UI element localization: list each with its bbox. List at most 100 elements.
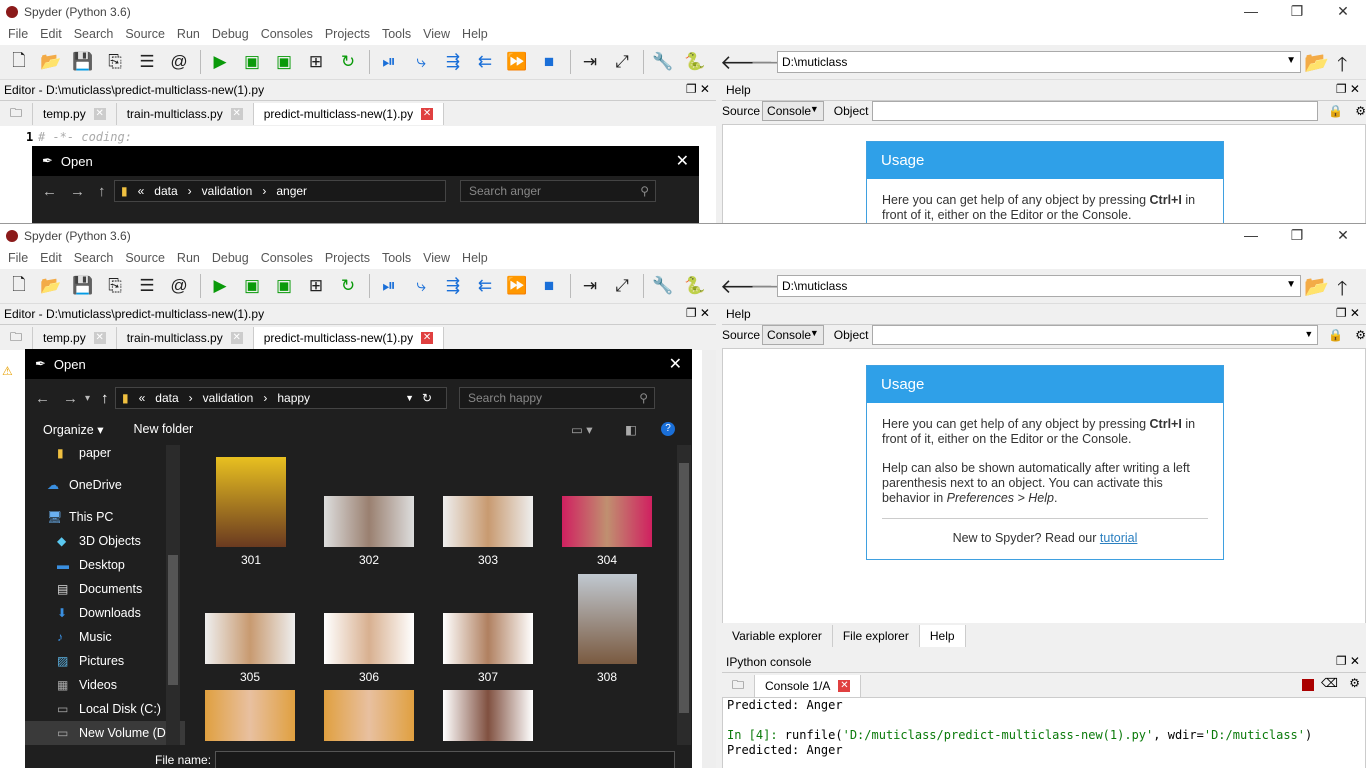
menu-help[interactable]: Help: [456, 27, 494, 41]
menu-edit[interactable]: Edit: [34, 251, 68, 265]
menu-debug[interactable]: Debug: [206, 251, 255, 265]
outline-icon[interactable]: ☰: [134, 273, 160, 299]
close-tab-icon[interactable]: ✕: [421, 332, 434, 344]
preferences-icon[interactable]: 🔧: [650, 49, 676, 75]
back-arrow-icon[interactable]: ←: [35, 390, 63, 407]
source-select[interactable]: Console ▼: [762, 101, 824, 121]
refresh-icon[interactable]: ↻: [422, 391, 432, 405]
file-item[interactable]: 304: [562, 496, 652, 567]
crumb-data[interactable]: data: [155, 391, 178, 405]
run-icon[interactable]: ▶: [207, 273, 233, 299]
close-icon[interactable]: ✕: [1320, 227, 1366, 244]
chevron-down-icon[interactable]: ▼: [810, 328, 819, 338]
parent-dir-icon[interactable]: 🡑: [1337, 50, 1347, 84]
close-tab-icon[interactable]: ✕: [93, 108, 106, 120]
file-item[interactable]: 303: [443, 496, 533, 567]
menu-debug[interactable]: Debug: [206, 27, 255, 41]
menu-tools[interactable]: Tools: [376, 27, 417, 41]
run-selection-icon[interactable]: ⊞: [303, 273, 329, 299]
run-icon[interactable]: ▶: [207, 49, 233, 75]
up-arrow-icon[interactable]: ↑: [98, 183, 114, 200]
run-cell-icon[interactable]: ▣: [239, 49, 265, 75]
breadcrumb[interactable]: ▮ « data › validation › anger: [114, 180, 446, 202]
debug-icon[interactable]: ⏯: [376, 273, 402, 299]
close-icon[interactable]: ✕: [1320, 3, 1366, 20]
file-item[interactable]: [205, 690, 295, 741]
preferences-icon[interactable]: 🔧: [650, 273, 676, 299]
nav-item[interactable]: ▭ Local Disk (C:): [25, 697, 185, 721]
browse-tabs-icon[interactable]: 🗀: [0, 103, 34, 125]
outline-icon[interactable]: ☰: [134, 49, 160, 75]
nav-item[interactable]: ▭ New Volume (D:: [25, 721, 185, 745]
forward-arrow-icon[interactable]: →: [63, 390, 85, 407]
chevron-down-icon[interactable]: ▼: [1286, 55, 1296, 66]
tab-predict[interactable]: predict-multiclass-new(1).py ✕: [253, 103, 445, 125]
debug-icon[interactable]: ⏯: [376, 49, 402, 75]
python-path-icon[interactable]: 🐍: [682, 273, 708, 299]
source-select[interactable]: Console ▼: [762, 325, 824, 345]
continue-icon[interactable]: ⏩: [504, 273, 530, 299]
menu-help[interactable]: Help: [456, 251, 494, 265]
minimize-icon[interactable]: —: [1228, 227, 1274, 244]
save-icon[interactable]: 💾: [70, 273, 96, 299]
browse-folder-icon[interactable]: 📂: [1304, 274, 1329, 299]
at-icon[interactable]: @: [166, 49, 192, 75]
nav-item[interactable]: ▤ Documents: [25, 577, 185, 601]
search-input[interactable]: Search anger ⚲: [460, 180, 656, 202]
close-icon[interactable]: ✕: [676, 151, 689, 171]
pane-controls-icon[interactable]: ❐ ✕: [686, 82, 710, 96]
editor-scrollbar[interactable]: [702, 350, 716, 768]
close-tab-icon[interactable]: ✕: [230, 332, 243, 344]
file-item[interactable]: [443, 690, 533, 741]
tab-console[interactable]: Console 1/A ✕: [755, 675, 862, 697]
chevron-down-icon[interactable]: ▼: [1304, 329, 1313, 339]
stop-debug-icon[interactable]: ■: [536, 273, 562, 299]
at-icon[interactable]: @: [166, 273, 192, 299]
step-icon[interactable]: ⤷: [408, 49, 434, 75]
menu-file[interactable]: File: [2, 251, 34, 265]
save-all-icon[interactable]: ⎘: [102, 49, 128, 75]
open-file-icon[interactable]: 📂: [38, 49, 64, 75]
pane-controls-icon[interactable]: ❐ ✕: [686, 306, 710, 320]
menu-source[interactable]: Source: [119, 27, 171, 41]
fullscreen-icon[interactable]: ⤢: [609, 49, 635, 75]
close-tab-icon[interactable]: ✕: [93, 332, 106, 344]
minimize-icon[interactable]: —: [1228, 3, 1274, 20]
help-icon[interactable]: ?: [661, 422, 675, 436]
chevron-down-icon[interactable]: ▼: [405, 393, 414, 403]
lock-icon[interactable]: 🔒: [1328, 104, 1343, 118]
tab-variable-explorer[interactable]: Variable explorer: [722, 625, 833, 647]
file-item[interactable]: 305: [205, 613, 295, 684]
organize-button[interactable]: Organize ▾: [43, 422, 103, 437]
tab-temp[interactable]: temp.py ✕: [33, 327, 117, 349]
close-tab-icon[interactable]: ✕: [421, 108, 434, 120]
nav-item[interactable]: 🖥 This PC: [25, 505, 185, 529]
nav-item[interactable]: ▮ paper: [25, 441, 185, 465]
filename-input[interactable]: [215, 751, 675, 768]
new-folder-button[interactable]: New folder: [133, 422, 193, 436]
fullscreen-icon[interactable]: ⤢: [609, 273, 635, 299]
step-into-icon[interactable]: ⇶: [440, 49, 466, 75]
pane-controls-icon[interactable]: ❐ ✕: [1336, 654, 1360, 668]
recent-chevron-icon[interactable]: ▾: [85, 393, 101, 404]
file-item[interactable]: 307: [443, 613, 533, 684]
eraser-icon[interactable]: ⌫: [1321, 676, 1338, 690]
tab-train[interactable]: train-multiclass.py ✕: [117, 103, 254, 125]
run-selection-icon[interactable]: ⊞: [303, 49, 329, 75]
menu-view[interactable]: View: [417, 27, 456, 41]
preview-pane-icon[interactable]: ◧: [625, 422, 637, 437]
nav-item[interactable]: ♪ Music: [25, 625, 185, 649]
restore-icon[interactable]: ❐: [1274, 227, 1320, 244]
crumb-validation[interactable]: validation: [203, 391, 254, 405]
menu-file[interactable]: File: [2, 27, 34, 41]
menu-view[interactable]: View: [417, 251, 456, 265]
breadcrumb[interactable]: ▮ « data › validation › happy ▼ ↻: [115, 387, 447, 409]
save-all-icon[interactable]: ⎘: [102, 273, 128, 299]
nav-item[interactable]: ▨ Pictures: [25, 649, 185, 673]
new-file-icon[interactable]: 🗋: [6, 49, 32, 75]
crumb-current[interactable]: happy: [277, 391, 310, 405]
maximize-pane-icon[interactable]: ⇥: [577, 49, 603, 75]
run-cell-advance-icon[interactable]: ▣: [271, 49, 297, 75]
close-tab-icon[interactable]: ✕: [230, 108, 243, 120]
breadcrumb-overflow[interactable]: «: [138, 184, 145, 198]
